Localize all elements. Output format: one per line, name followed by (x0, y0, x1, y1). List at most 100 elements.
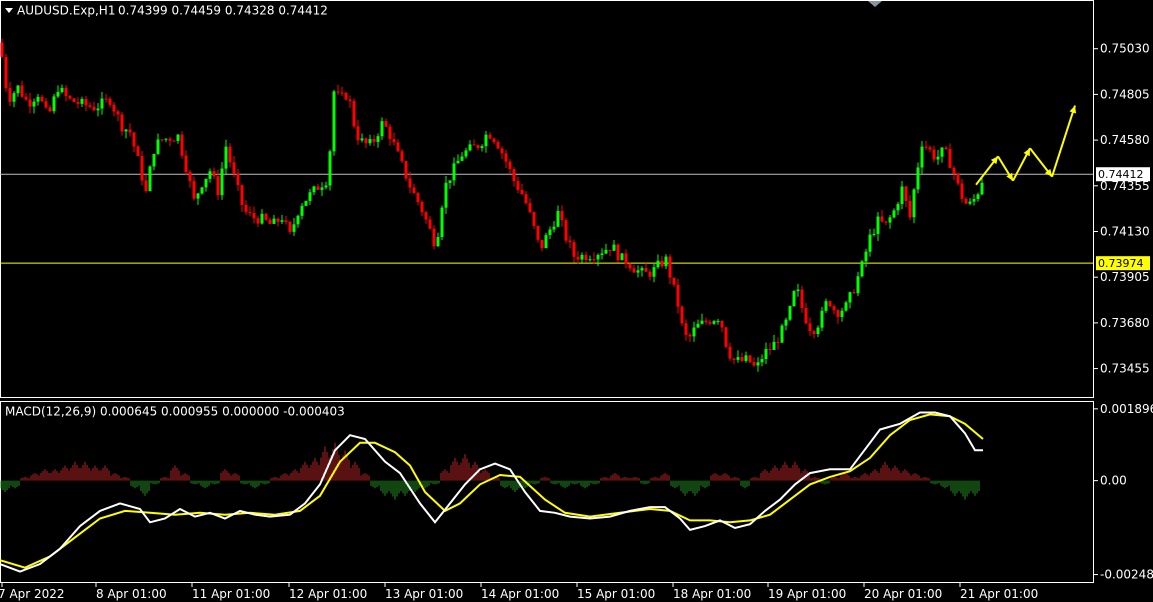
candle[interactable] (304, 200, 308, 207)
candle[interactable] (976, 192, 980, 202)
candle[interactable] (452, 157, 456, 186)
candle[interactable] (112, 102, 116, 117)
candle[interactable] (300, 202, 304, 220)
candle[interactable] (876, 212, 880, 241)
candle[interactable] (308, 188, 312, 205)
candle[interactable] (640, 265, 644, 277)
candle[interactable] (568, 235, 572, 249)
candle[interactable] (36, 93, 40, 106)
candle[interactable] (332, 89, 336, 156)
candle[interactable] (384, 118, 388, 128)
candle[interactable] (584, 251, 588, 263)
candle[interactable] (348, 95, 352, 108)
candle[interactable] (268, 217, 272, 225)
candle[interactable] (708, 319, 712, 326)
candle[interactable] (488, 132, 492, 140)
candle[interactable] (92, 101, 96, 112)
candle[interactable] (500, 146, 504, 160)
candle[interactable] (616, 243, 620, 263)
candle[interactable] (96, 103, 100, 117)
candle[interactable] (276, 217, 280, 227)
candle[interactable] (128, 123, 132, 137)
candle[interactable] (832, 304, 836, 315)
candle[interactable] (156, 133, 160, 155)
candle[interactable] (792, 290, 796, 307)
candle[interactable] (412, 183, 416, 194)
candle[interactable] (576, 251, 580, 264)
candle[interactable] (480, 144, 484, 152)
candle[interactable] (772, 334, 776, 350)
candle[interactable] (48, 105, 52, 113)
candle[interactable] (676, 278, 680, 314)
candle[interactable] (504, 149, 508, 169)
candle[interactable] (444, 176, 448, 214)
candle[interactable] (520, 183, 524, 195)
candle[interactable] (336, 84, 340, 96)
candle[interactable] (888, 214, 892, 229)
candle[interactable] (804, 302, 808, 325)
candle[interactable] (912, 188, 916, 224)
candle[interactable] (800, 285, 804, 313)
candle[interactable] (72, 97, 76, 103)
candle[interactable] (780, 323, 784, 344)
candle[interactable] (524, 191, 528, 205)
candle[interactable] (544, 232, 548, 249)
candle[interactable] (592, 252, 596, 264)
candle[interactable] (668, 254, 672, 285)
candle[interactable] (356, 119, 360, 145)
candle[interactable] (236, 168, 240, 191)
candle[interactable] (352, 98, 356, 129)
candle[interactable] (868, 228, 872, 257)
candle[interactable] (256, 215, 260, 227)
candle[interactable] (192, 176, 196, 201)
candle[interactable] (600, 248, 604, 260)
candle[interactable] (700, 313, 704, 325)
candle[interactable] (420, 200, 424, 217)
candle[interactable] (968, 198, 972, 206)
candle[interactable] (768, 342, 772, 356)
candle[interactable] (612, 239, 616, 251)
candle[interactable] (496, 139, 500, 150)
candle[interactable] (364, 137, 368, 149)
candle[interactable] (796, 283, 800, 297)
candle[interactable] (716, 319, 720, 325)
candle[interactable] (604, 243, 608, 255)
candle[interactable] (184, 150, 188, 176)
candle[interactable] (856, 271, 860, 297)
candle[interactable] (396, 139, 400, 152)
candle[interactable] (752, 357, 756, 367)
candle[interactable] (176, 134, 180, 144)
candle[interactable] (132, 131, 136, 153)
candle[interactable] (20, 80, 24, 98)
candle[interactable] (844, 300, 848, 312)
candle[interactable] (684, 319, 688, 341)
candle[interactable] (904, 185, 908, 208)
candle[interactable] (16, 84, 20, 97)
candle[interactable] (580, 252, 584, 265)
candle[interactable] (632, 264, 636, 273)
candle[interactable] (120, 111, 124, 136)
candle[interactable] (740, 352, 744, 362)
candle[interactable] (400, 148, 404, 163)
candle[interactable] (596, 253, 600, 267)
candle[interactable] (284, 216, 288, 225)
candle[interactable] (40, 94, 44, 103)
candle[interactable] (220, 162, 224, 200)
candle[interactable] (492, 137, 496, 145)
candle[interactable] (924, 140, 928, 151)
candle[interactable] (732, 357, 736, 365)
candle[interactable] (360, 133, 364, 143)
candle[interactable] (432, 225, 436, 250)
price-plot-area[interactable] (0, 38, 1093, 372)
candle[interactable] (704, 317, 708, 325)
candle[interactable] (548, 226, 552, 239)
candle[interactable] (820, 306, 824, 332)
candle[interactable] (936, 149, 940, 165)
candle[interactable] (736, 350, 740, 363)
candle[interactable] (260, 209, 264, 225)
candle[interactable] (696, 319, 700, 328)
candle[interactable] (660, 256, 664, 269)
candle[interactable] (900, 181, 904, 210)
candle[interactable] (720, 320, 724, 333)
candle[interactable] (212, 167, 216, 180)
